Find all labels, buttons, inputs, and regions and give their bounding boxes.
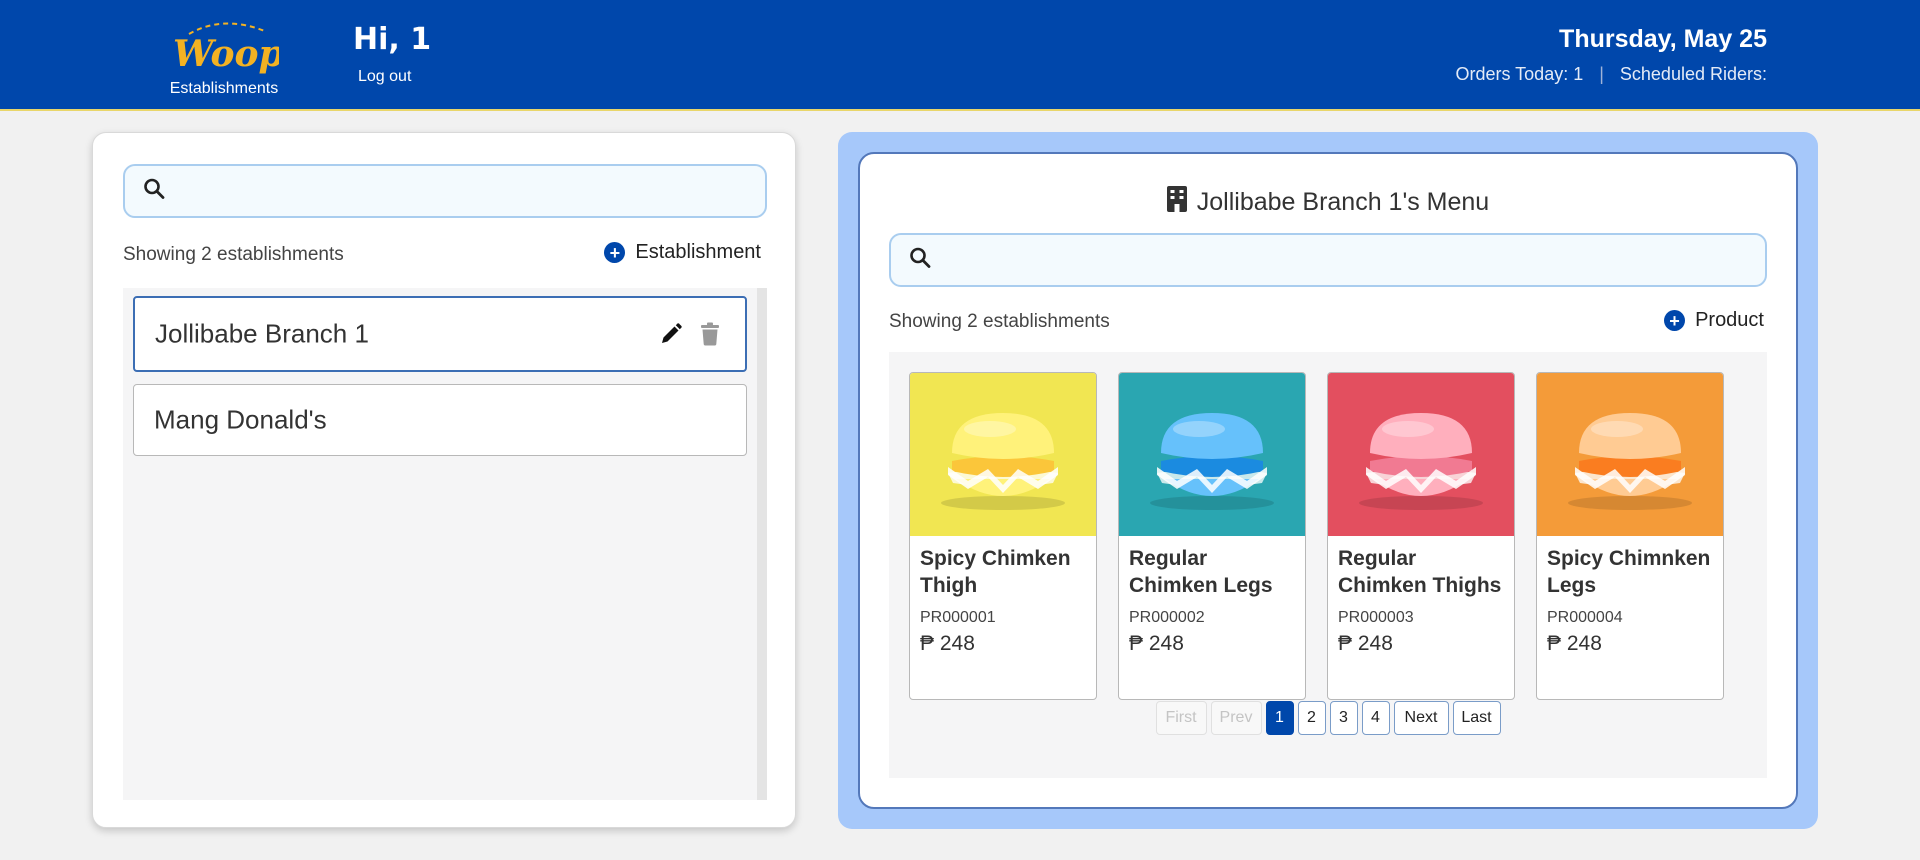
menu-title-text: Jollibabe Branch 1's Menu: [1196, 188, 1490, 216]
burger-icon: [1150, 412, 1274, 510]
burger-icon: [1359, 412, 1483, 510]
product-price: ₱ 248: [1547, 632, 1602, 655]
pagination-last[interactable]: Last: [1452, 701, 1501, 735]
header-stats: Orders Today: 1 | Scheduled Riders:: [1455, 64, 1767, 85]
greeting: Hi, 1: [353, 22, 432, 57]
pagination: First Prev 1 2 3 4 Next Last: [889, 701, 1767, 735]
product-name: Spicy Chimken Thigh: [920, 547, 1071, 597]
building-icon: [1166, 186, 1187, 219]
add-establishment-button[interactable]: + Establishment: [604, 241, 761, 264]
product-image: [1328, 373, 1514, 536]
plus-circle-icon: +: [1664, 310, 1686, 331]
product-name: Regular Chimken Thighs: [1338, 547, 1502, 597]
product-price: ₱ 248: [1338, 632, 1393, 655]
orders-today: Orders Today: 1: [1455, 64, 1584, 84]
add-establishment-label: Establishment: [635, 241, 761, 263]
product-price: ₱ 248: [1129, 632, 1184, 655]
add-product-button[interactable]: + Product: [1664, 309, 1764, 332]
product-card[interactable]: Spicy Chimken Thigh PR000001 ₱ 248: [909, 372, 1097, 700]
establishments-panel: Showing 2 establishments + Establishment…: [92, 132, 796, 828]
establishment-name: Mang Donald's: [154, 404, 327, 435]
product-image: [1537, 373, 1723, 536]
product-price: ₱ 248: [920, 632, 975, 655]
list-item[interactable]: Jollibabe Branch 1: [133, 296, 747, 372]
product-image: [910, 373, 1096, 536]
pagination-first[interactable]: First: [1155, 701, 1207, 735]
top-navbar: Woop! Establishments Hi, 1 Log out Thurs…: [0, 0, 1920, 111]
product-code: PR000004: [1547, 609, 1623, 626]
product-card[interactable]: Regular Chimken Legs PR000002 ₱ 248: [1118, 372, 1306, 700]
pencil-icon[interactable]: [659, 322, 683, 346]
product-code: PR000001: [920, 609, 996, 626]
establishment-search-input[interactable]: [123, 164, 767, 218]
burger-icon: [1568, 412, 1692, 510]
list-scrollbar[interactable]: [757, 288, 767, 800]
nav-establishments-label[interactable]: Establishments: [168, 80, 280, 98]
product-grid: Spicy Chimken Thigh PR000001 ₱ 248 Regul…: [889, 352, 1767, 778]
plus-circle-icon: +: [604, 242, 626, 263]
search-icon: [909, 247, 931, 274]
pagination-page-4[interactable]: 4: [1361, 701, 1390, 735]
menu-title: Jollibabe Branch 1's Menu: [860, 186, 1796, 219]
burger-icon: [941, 412, 1065, 510]
pagination-next[interactable]: Next: [1393, 701, 1449, 735]
product-code: PR000002: [1129, 609, 1205, 626]
menu-card: Jollibabe Branch 1's Menu Showing 2 esta…: [858, 152, 1798, 809]
pagination-page-3[interactable]: 3: [1329, 701, 1358, 735]
stats-separator: |: [1599, 64, 1604, 84]
product-search-input[interactable]: [889, 233, 1767, 287]
establishment-count: Showing 2 establishments: [123, 244, 344, 265]
pagination-page-1[interactable]: 1: [1265, 701, 1294, 735]
svg-text:Woop!: Woop!: [173, 33, 279, 74]
product-count: Showing 2 establishments: [889, 311, 1110, 332]
pagination-page-2[interactable]: 2: [1297, 701, 1326, 735]
product-code: PR000003: [1338, 609, 1414, 626]
product-name: Regular Chimken Legs: [1129, 547, 1273, 597]
item-actions: [659, 322, 721, 346]
product-image: [1119, 373, 1305, 536]
trash-icon[interactable]: [699, 322, 721, 346]
establishment-name: Jollibabe Branch 1: [155, 318, 369, 349]
menu-panel: Jollibabe Branch 1's Menu Showing 2 esta…: [838, 132, 1818, 829]
logo-nav[interactable]: Woop! Establishments: [168, 16, 280, 98]
add-product-label: Product: [1695, 309, 1764, 331]
pagination-prev[interactable]: Prev: [1210, 701, 1262, 735]
product-name: Spicy Chimnken Legs: [1547, 547, 1711, 597]
woop-logo[interactable]: Woop!: [169, 16, 279, 74]
logout-link[interactable]: Log out: [358, 68, 411, 86]
list-item[interactable]: Mang Donald's: [133, 384, 747, 456]
scheduled-riders: Scheduled Riders:: [1619, 64, 1767, 84]
product-card[interactable]: Regular Chimken Thighs PR000003 ₱ 248: [1327, 372, 1515, 700]
product-card[interactable]: Spicy Chimnken Legs PR000004 ₱ 248: [1536, 372, 1724, 700]
current-date: Thursday, May 25: [1559, 25, 1767, 53]
search-icon: [143, 178, 165, 205]
establishment-list: Jollibabe Branch 1 Mang Donald's: [123, 288, 767, 800]
